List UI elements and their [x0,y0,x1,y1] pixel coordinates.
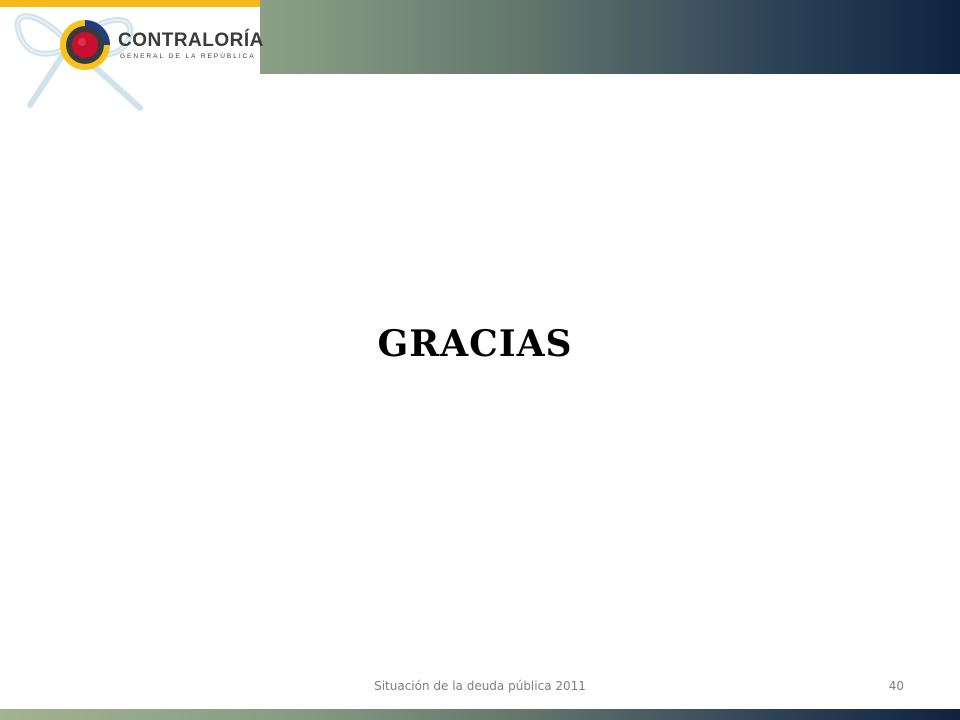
footer-text: Situación de la deuda pública 2011 [374,679,586,693]
brand-name: CONTRALORÍA [118,30,264,51]
page-number: 40 [888,679,904,693]
slide-title: GRACIAS [377,323,573,365]
brand-subtitle: GENERAL DE LA REPÚBLICA [120,53,256,60]
footer-gradient-band [0,709,960,720]
contraloria-seal-icon [60,20,110,70]
